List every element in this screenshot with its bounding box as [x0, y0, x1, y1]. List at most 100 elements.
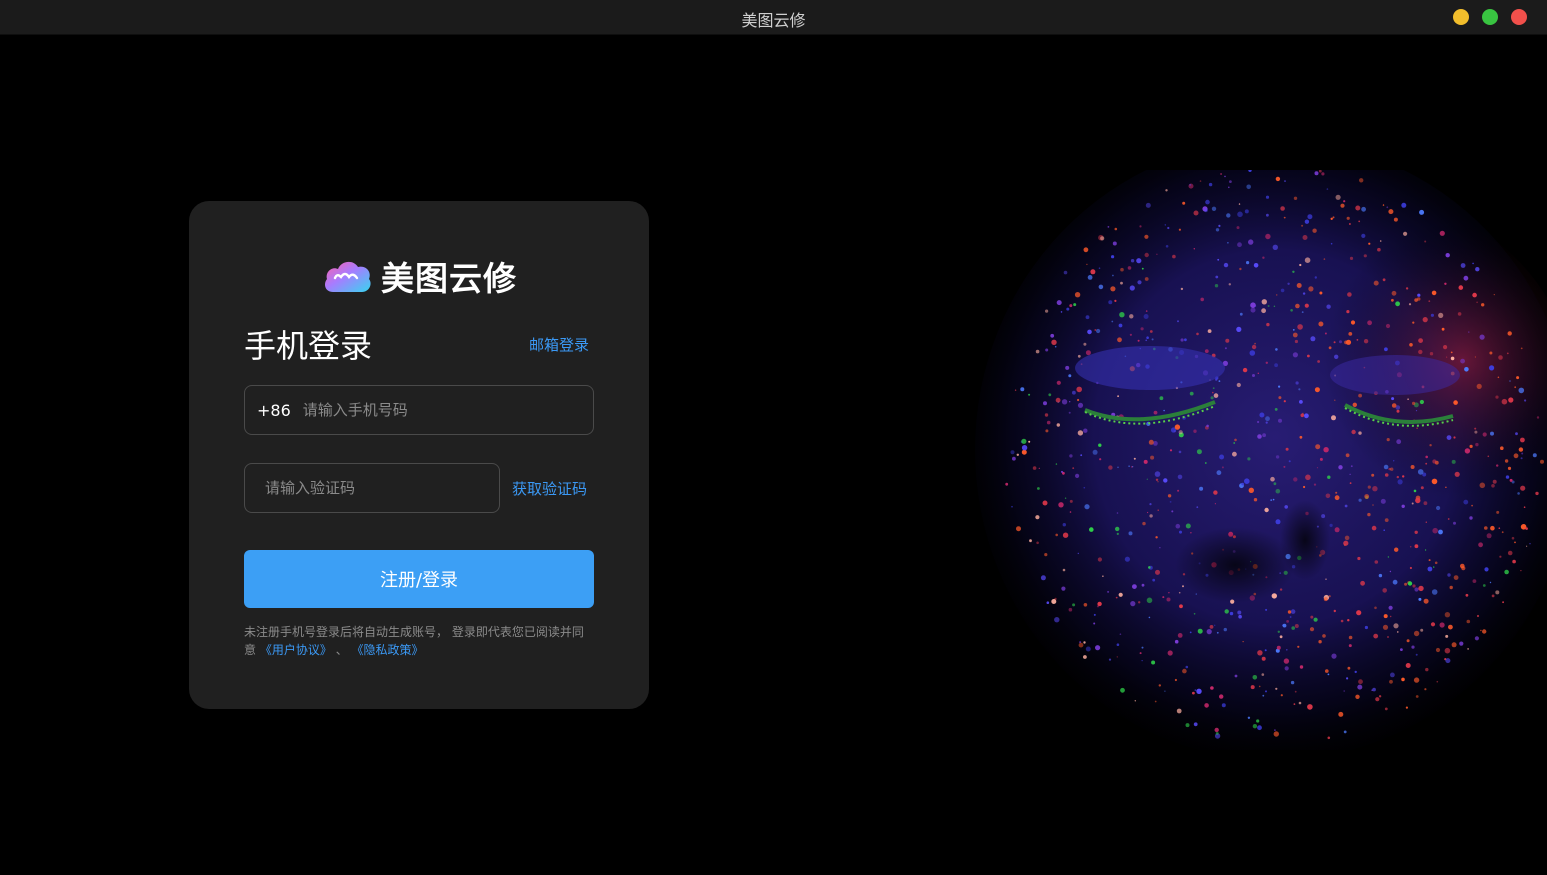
paint-speckle — [1221, 466, 1224, 469]
paint-speckle — [1418, 338, 1423, 343]
paint-speckle — [1417, 293, 1421, 297]
paint-speckle — [1182, 201, 1186, 205]
minimize-button[interactable] — [1453, 9, 1469, 25]
verification-code-input[interactable] — [263, 478, 487, 498]
paint-speckle — [1291, 626, 1295, 630]
paint-speckle — [1411, 502, 1414, 505]
paint-speckle — [1492, 479, 1497, 484]
paint-speckle — [1461, 566, 1466, 571]
paint-speckle — [1252, 374, 1255, 377]
paint-speckle — [1136, 258, 1142, 264]
paint-speckle — [1177, 489, 1180, 492]
code-field[interactable] — [244, 463, 500, 513]
phone-input[interactable] — [300, 400, 575, 420]
paint-speckle — [1513, 453, 1519, 459]
paint-speckle — [1357, 556, 1361, 561]
paint-speckle — [1005, 482, 1009, 486]
paint-speckle — [1128, 465, 1130, 467]
country-code[interactable]: +86 — [257, 401, 291, 420]
paint-speckle — [1087, 329, 1092, 335]
email-login-link[interactable]: 邮箱登录 — [529, 334, 589, 355]
paint-speckle — [1432, 527, 1438, 534]
paint-speckle — [1205, 199, 1210, 205]
paint-speckle — [1062, 523, 1066, 527]
user-agreement-link[interactable]: 《用户协议》 — [260, 643, 332, 657]
paint-speckle — [1396, 475, 1399, 479]
paint-speckle — [1388, 209, 1394, 215]
paint-speckle — [1460, 358, 1465, 364]
paint-speckle — [1046, 601, 1050, 604]
paint-speckle — [1357, 684, 1363, 690]
paint-speckle — [1413, 630, 1420, 637]
paint-speckle — [1397, 479, 1403, 485]
paint-speckle — [1264, 507, 1269, 513]
maximize-button[interactable] — [1482, 9, 1498, 25]
paint-speckle — [1204, 349, 1209, 353]
paint-speckle — [1476, 301, 1478, 304]
paint-speckle — [1418, 597, 1422, 601]
paint-speckle — [1265, 233, 1271, 240]
paint-speckle — [1237, 211, 1243, 218]
paint-speckle — [1261, 299, 1267, 305]
paint-speckle — [1157, 481, 1159, 483]
paint-speckle — [1077, 552, 1079, 555]
paint-speckle — [1520, 485, 1526, 491]
paint-speckle — [1137, 280, 1142, 285]
paint-speckle — [1308, 286, 1314, 292]
paint-speckle — [1032, 466, 1037, 470]
paint-speckle — [1345, 453, 1350, 458]
paint-speckle — [1257, 372, 1259, 374]
paint-speckle — [1133, 457, 1136, 460]
close-button[interactable] — [1511, 9, 1527, 25]
paint-speckle — [1524, 399, 1527, 402]
paint-speckle — [1294, 624, 1299, 628]
paint-speckle — [1083, 486, 1086, 489]
paint-speckle — [1144, 234, 1149, 239]
paint-speckle — [1250, 685, 1255, 690]
paint-speckle — [1451, 642, 1457, 648]
paint-speckle — [1014, 389, 1017, 391]
paint-speckle — [1317, 360, 1320, 363]
paint-speckle — [1236, 382, 1241, 388]
paint-speckle — [1496, 464, 1499, 467]
paint-speckle — [1329, 523, 1333, 527]
paint-speckle — [1499, 555, 1502, 558]
register-login-button[interactable]: 注册/登录 — [244, 550, 594, 608]
paint-speckle — [1134, 700, 1136, 702]
paint-speckle — [1463, 275, 1469, 281]
paint-speckle — [1212, 387, 1215, 390]
paint-speckle — [1261, 656, 1266, 661]
paint-speckle — [1286, 620, 1289, 623]
paint-speckle — [1224, 175, 1226, 178]
paint-speckle — [1110, 286, 1116, 292]
hero-face-image — [975, 170, 1547, 750]
paint-speckle — [1415, 653, 1418, 656]
paint-speckle — [1378, 573, 1383, 578]
paint-speckle — [1283, 400, 1286, 403]
paint-speckle — [1138, 601, 1141, 604]
paint-speckle — [1149, 503, 1152, 506]
paint-speckle — [1056, 423, 1060, 427]
paint-speckle — [1540, 459, 1544, 464]
paint-speckle — [1391, 298, 1394, 302]
paint-speckle — [1389, 679, 1393, 684]
get-code-button[interactable]: 获取验证码 — [512, 478, 587, 499]
paint-speckle — [1509, 478, 1513, 482]
paint-speckle — [1051, 339, 1057, 345]
phone-field[interactable]: +86 — [244, 385, 594, 435]
paint-speckle — [1193, 210, 1199, 216]
paint-speckle — [1234, 674, 1238, 678]
paint-speckle — [1175, 523, 1181, 529]
paint-speckle — [1298, 388, 1301, 391]
paint-speckle — [1096, 605, 1100, 608]
privacy-policy-link[interactable]: 《隐私政策》 — [352, 643, 424, 657]
paint-speckle — [1055, 463, 1058, 465]
paint-speckle — [1148, 616, 1151, 619]
paint-speckle — [1347, 666, 1351, 670]
paint-speckle — [1107, 226, 1110, 228]
paint-speckle — [1389, 570, 1392, 573]
paint-speckle — [1193, 429, 1197, 433]
paint-speckle — [1176, 708, 1182, 714]
paint-speckle — [1297, 324, 1303, 330]
paint-speckle — [1143, 314, 1149, 319]
